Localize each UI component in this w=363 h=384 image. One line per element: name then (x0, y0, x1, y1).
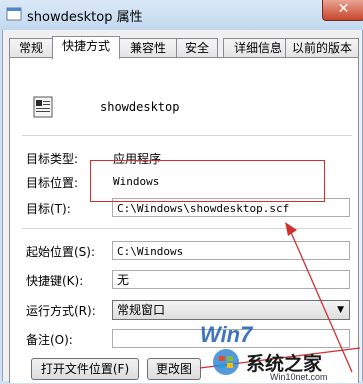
svg-text:Win7: Win7 (200, 322, 254, 347)
svg-text:Win10net.com: Win10net.com (270, 372, 328, 381)
arrow-head (285, 222, 297, 236)
tab-shortcut[interactable]: 快捷方式 (52, 36, 120, 59)
watermark-logo: Win7 系统之家 Win10net.com (200, 322, 328, 382)
watermark: Win7 系统之家 Win10net.com (196, 318, 363, 382)
